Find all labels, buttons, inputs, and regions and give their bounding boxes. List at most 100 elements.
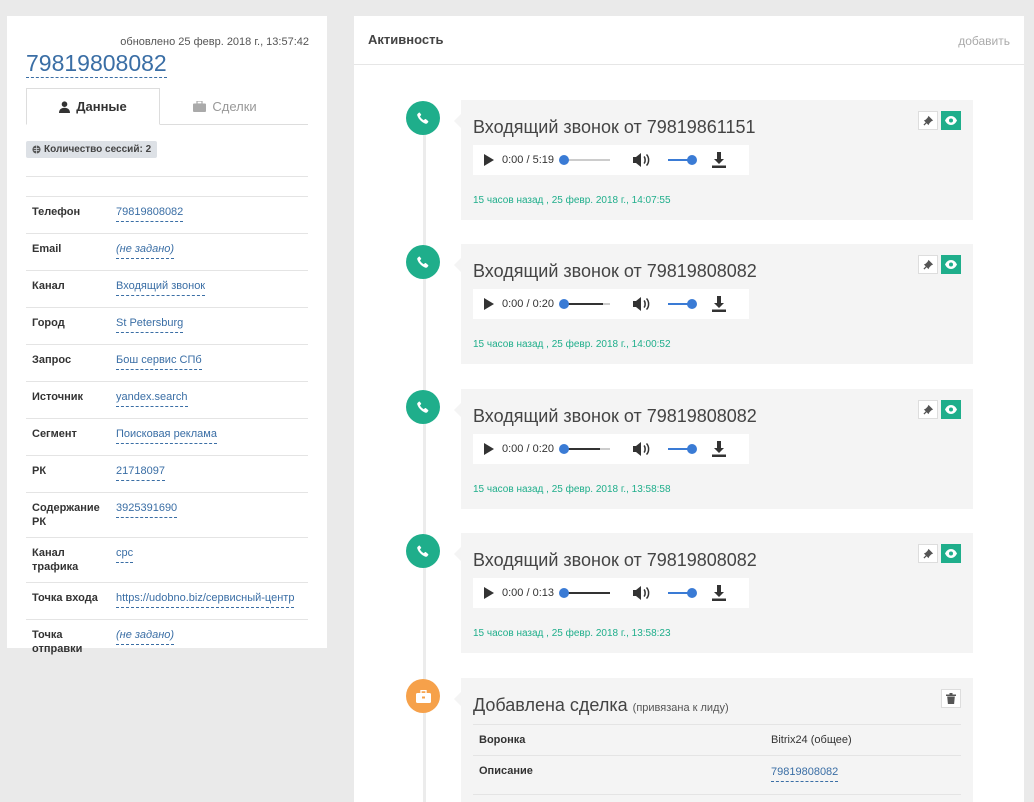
volume-knob[interactable] [687, 444, 697, 454]
volume-icon[interactable] [632, 441, 650, 457]
seek-knob[interactable] [559, 299, 569, 309]
contact-field-label: Точка отправки [26, 619, 109, 664]
card-pointer [454, 258, 461, 272]
call-title: Входящий звонок от 79819861151 [473, 117, 756, 137]
play-button[interactable] [484, 154, 494, 166]
contact-phone-title[interactable]: 79819808082 [26, 49, 167, 78]
unpin-icon [922, 548, 933, 559]
tab-deals-label: Сделки [212, 98, 257, 114]
seek-knob[interactable] [559, 444, 569, 454]
contact-field-value-cell: yandex.search [109, 381, 308, 419]
contact-field-label: Источник [26, 381, 109, 419]
unpin-button[interactable] [918, 400, 938, 419]
contact-field-value-cell: 3925391690 [109, 492, 308, 538]
contact-field-row: Источник yandex.search [26, 381, 308, 419]
player-time: 0:00 / 0:13 [502, 587, 554, 599]
view-button[interactable] [941, 255, 961, 274]
audio-player: 0:00 / 0:20 [473, 434, 749, 464]
download-icon[interactable] [712, 152, 726, 168]
seek-knob[interactable] [559, 588, 569, 598]
call-actions [918, 400, 961, 419]
contact-field-value-cell: 21718097 [109, 455, 308, 493]
phone-icon [417, 545, 429, 557]
seek-bar[interactable] [559, 155, 610, 165]
contact-field-label: Email [26, 233, 109, 271]
contact-field-value[interactable]: 3925391690 [116, 501, 178, 518]
player-time: 0:00 / 0:20 [502, 443, 554, 455]
contact-field-label: Канал [26, 270, 109, 308]
deal-title-text: Добавлена сделка [473, 695, 628, 715]
play-button[interactable] [484, 298, 494, 310]
call-card: Входящий звонок от 79819861151 0:00 / 5:1… [454, 100, 973, 220]
volume-icon[interactable] [632, 152, 650, 168]
seek-knob[interactable] [559, 155, 569, 165]
add-activity-link[interactable]: добавить [958, 34, 1010, 48]
call-timestamp: 15 часов назад , 25 февр. 2018 г., 14:07… [473, 195, 671, 206]
deal-field-value[interactable]: 79819808082 [771, 765, 839, 782]
download-icon[interactable] [712, 441, 726, 457]
deal-field-row: Описание 79819808082 [473, 755, 961, 795]
seek-bar[interactable] [559, 444, 610, 454]
contact-field-row: Содержание РК 3925391690 [26, 492, 308, 538]
volume-knob[interactable] [687, 299, 697, 309]
volume-slider[interactable] [668, 588, 697, 598]
timeline-deal-marker [406, 679, 440, 713]
call-card: Входящий звонок от 79819808082 0:00 / 0:1… [454, 533, 973, 653]
activity-panel: Активность добавить Входящий звонок от 7… [354, 16, 1024, 802]
contact-field-value[interactable]: St Petersburg [116, 316, 184, 333]
contact-field-label: Сегмент [26, 418, 109, 456]
contact-field-value[interactable]: Бош сервис СПб [116, 353, 202, 370]
contact-field-value-cell: Бош сервис СПб [109, 344, 308, 382]
contact-field-value[interactable]: https://udobno.biz/сервисный-центр [116, 591, 295, 608]
view-button[interactable] [941, 544, 961, 563]
seek-bar[interactable] [559, 299, 610, 309]
volume-icon[interactable] [632, 296, 650, 312]
volume-knob[interactable] [687, 588, 697, 598]
call-title: Входящий звонок от 79819808082 [473, 550, 757, 570]
volume-slider[interactable] [668, 444, 697, 454]
volume-slider[interactable] [668, 299, 697, 309]
updated-timestamp: обновлено 25 февр. 2018 г., 13:57:42 [120, 36, 309, 48]
contact-field-value[interactable]: Поисковая реклама [116, 427, 217, 444]
contact-field-label: Город [26, 307, 109, 345]
play-button[interactable] [484, 443, 494, 455]
tab-data[interactable]: Данные [26, 88, 160, 125]
contact-field-row: Канал Входящий звонок [26, 270, 308, 308]
volume-knob[interactable] [687, 155, 697, 165]
volume-slider[interactable] [668, 155, 697, 165]
contact-field-value[interactable]: 79819808082 [116, 205, 184, 222]
view-button[interactable] [941, 111, 961, 130]
unpin-button[interactable] [918, 544, 938, 563]
eye-icon [945, 549, 957, 558]
download-icon[interactable] [712, 585, 726, 601]
call-card: Входящий звонок от 79819808082 0:00 / 0:2… [454, 389, 973, 509]
contact-field-value[interactable]: (не задано) [116, 242, 175, 259]
download-icon[interactable] [712, 296, 726, 312]
divider [26, 176, 308, 177]
play-button[interactable] [484, 587, 494, 599]
audio-player: 0:00 / 5:19 [473, 145, 749, 175]
contact-field-value[interactable]: cpc [116, 546, 134, 563]
timeline-call-marker [406, 245, 440, 279]
unpin-button[interactable] [918, 255, 938, 274]
unpin-button[interactable] [918, 111, 938, 130]
seek-bar[interactable] [559, 588, 610, 598]
eye-icon [945, 260, 957, 269]
contact-field-row: Запрос Бош сервис СПб [26, 344, 308, 382]
call-card: Входящий звонок от 79819808082 0:00 / 0:2… [454, 244, 973, 364]
contact-field-value[interactable]: yandex.search [116, 390, 188, 407]
contact-field-value[interactable]: (не задано) [116, 628, 175, 645]
contact-field-value-cell: (не задано) [109, 233, 308, 271]
seek-fill [564, 592, 610, 594]
view-button[interactable] [941, 400, 961, 419]
call-timestamp: 15 часов назад , 25 февр. 2018 г., 13:58… [473, 484, 671, 495]
volume-icon[interactable] [632, 585, 650, 601]
deal-field-label: Воронка [473, 724, 765, 756]
tab-deals[interactable]: Сделки [160, 88, 290, 124]
call-timestamp: 15 часов назад , 25 февр. 2018 г., 14:00… [473, 339, 671, 350]
contact-field-value[interactable]: Входящий звонок [116, 279, 206, 296]
delete-button[interactable] [941, 689, 961, 708]
contact-field-value[interactable]: 21718097 [116, 464, 165, 481]
contact-field-label: Содержание РК [26, 492, 109, 538]
contact-field-value-cell: (не задано) [109, 619, 308, 664]
